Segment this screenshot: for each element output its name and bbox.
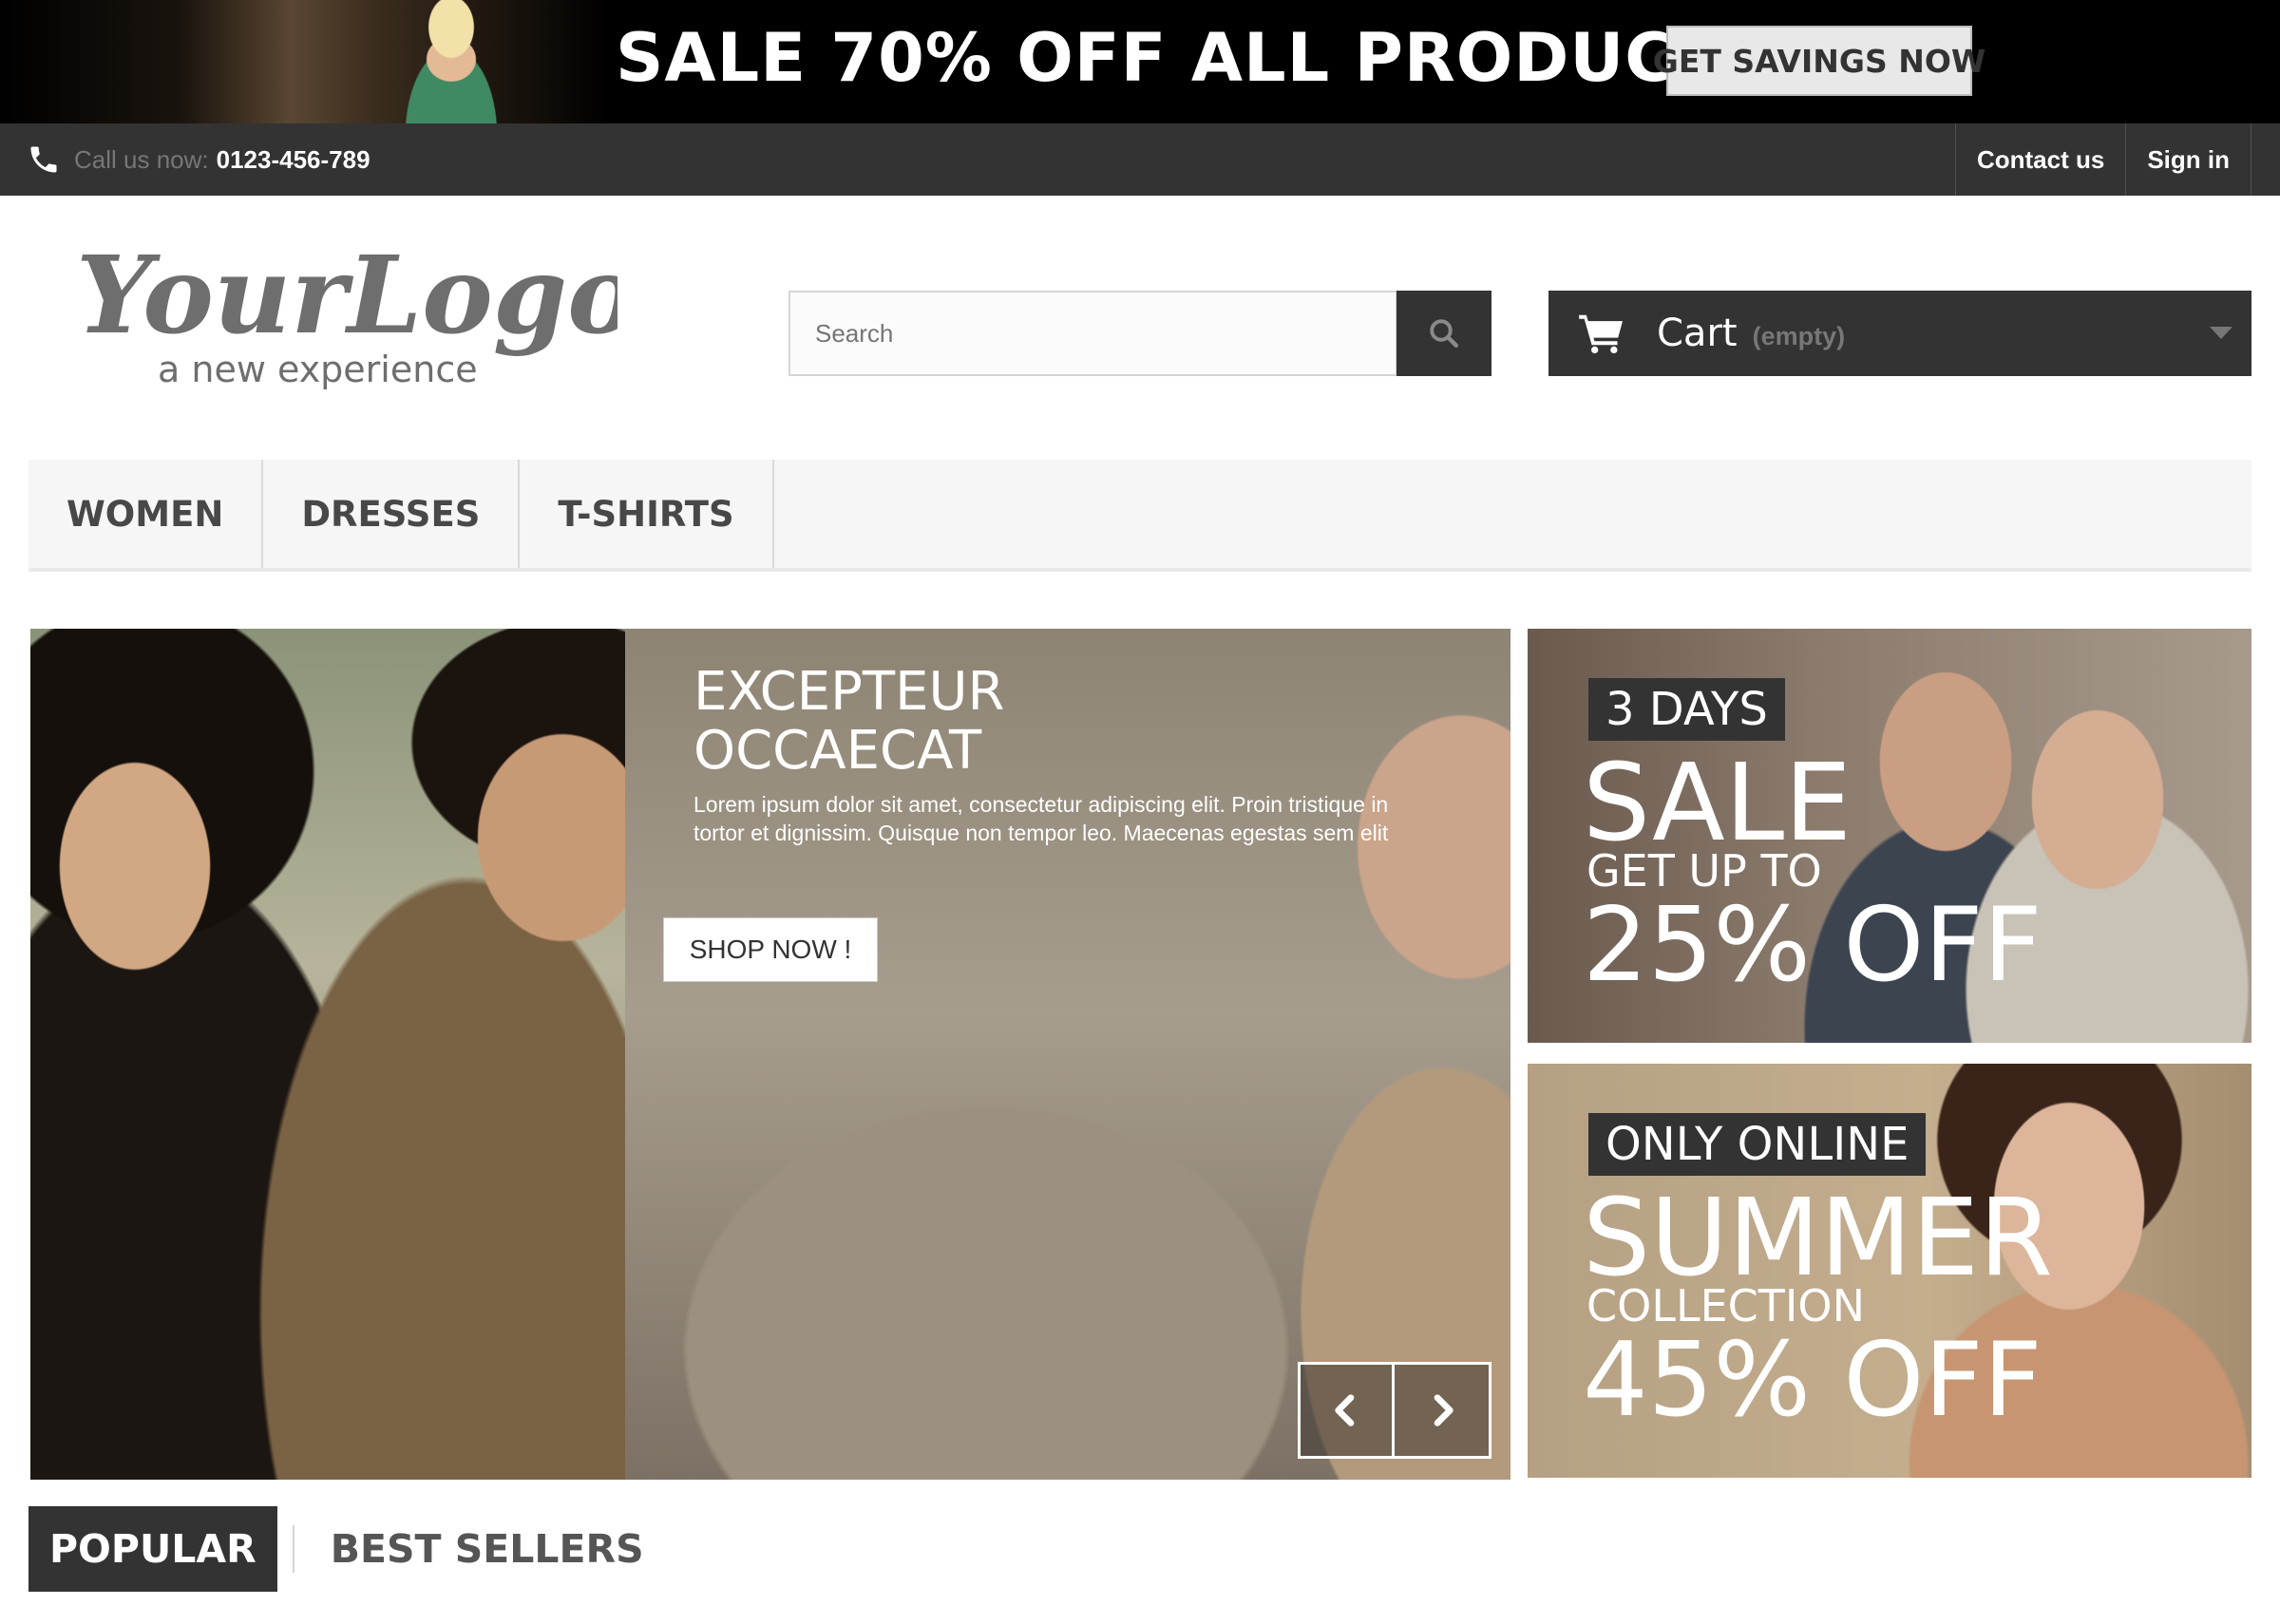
cart-label: Cart [1657,312,1738,355]
menu-item-dresses[interactable]: DRESSES [263,460,521,568]
cart-icon [1579,314,1623,354]
slide-title-line2: OCCAECAT [694,720,982,782]
contact-us-link[interactable]: Contact us [1954,123,2125,196]
tile-headline: SUMMER [1583,1177,2053,1300]
tab-divider [292,1525,294,1573]
tab-best-sellers[interactable]: BEST SELLERS [310,1506,665,1592]
cart-status: (empty) [1752,321,1846,350]
tile-discount: 45% OFF [1583,1321,2042,1440]
shop-now-button[interactable]: SHOP NOW ! [663,917,878,982]
tile-discount: 25% OFF [1583,886,2042,1005]
slider-nav [1298,1362,1492,1459]
chevron-right-icon [1434,1394,1454,1426]
logo-text: YourLogo [76,237,618,358]
tab-popular[interactable]: POPULAR [28,1506,277,1592]
site-logo[interactable]: YourLogo a new experience [76,234,638,399]
promo-banner[interactable]: SALE 70% OFF ALL PRODUCTS GET SAVINGS NO… [0,0,2280,123]
slider-prev-button[interactable] [1301,1365,1395,1456]
menu-item-t-shirts[interactable]: T-SHIRTS [520,460,774,568]
home-slider[interactable]: EXCEPTEUR OCCAECAT Lorem ipsum dolor sit… [30,629,1510,1480]
promo-tile-sale[interactable]: 3 DAYS SALE GET UP TO 25% OFF [1528,629,2252,1043]
phone-number: 0123-456-789 [216,144,370,174]
promo-tile-summer[interactable]: ONLY ONLINE SUMMER COLLECTION 45% OFF [1528,1064,2252,1478]
slide-title-line1: EXCEPTEUR [694,661,1005,723]
top-links: Contact us Sign in [1954,123,2280,196]
promo-headline: SALE 70% OFF ALL PRODUCTS [616,19,1770,97]
search-input[interactable] [788,291,1397,376]
tile-headline: SALE [1583,742,1852,865]
slide-title: EXCEPTEUR OCCAECAT [694,663,1226,781]
tile-tag: ONLY ONLINE [1588,1113,1927,1176]
tile-tag: 3 DAYS [1588,678,1785,741]
main-menu: WOMEN DRESSES T-SHIRTS [28,460,2252,572]
search-icon [1430,319,1458,348]
get-savings-button[interactable]: GET SAVINGS NOW [1653,26,1986,96]
logo-image: YourLogo a new experience [76,234,638,390]
slide-description: Lorem ipsum dolor sit amet, consectetur … [694,792,1389,845]
sign-in-link[interactable]: Sign in [2125,123,2252,196]
cart-button[interactable]: Cart (empty) [1548,291,2252,376]
search-button[interactable] [1396,291,1492,376]
promo-model-image [380,0,522,123]
chevron-left-icon [1335,1394,1355,1426]
call-label: Call us now: [74,144,209,174]
call-us: Call us now: 0123-456-789 [27,133,370,186]
menu-item-women[interactable]: WOMEN [28,460,264,568]
logo-tagline: a new experience [158,349,478,390]
chevron-down-icon [2210,327,2232,339]
product-tabs: POPULAR BEST SELLERS [28,1506,665,1592]
phone-icon [30,146,57,173]
top-bar: Call us now: 0123-456-789 Contact us Sig… [0,123,2280,196]
slider-next-button[interactable] [1395,1365,1489,1456]
slide-image-couple [30,629,625,1480]
